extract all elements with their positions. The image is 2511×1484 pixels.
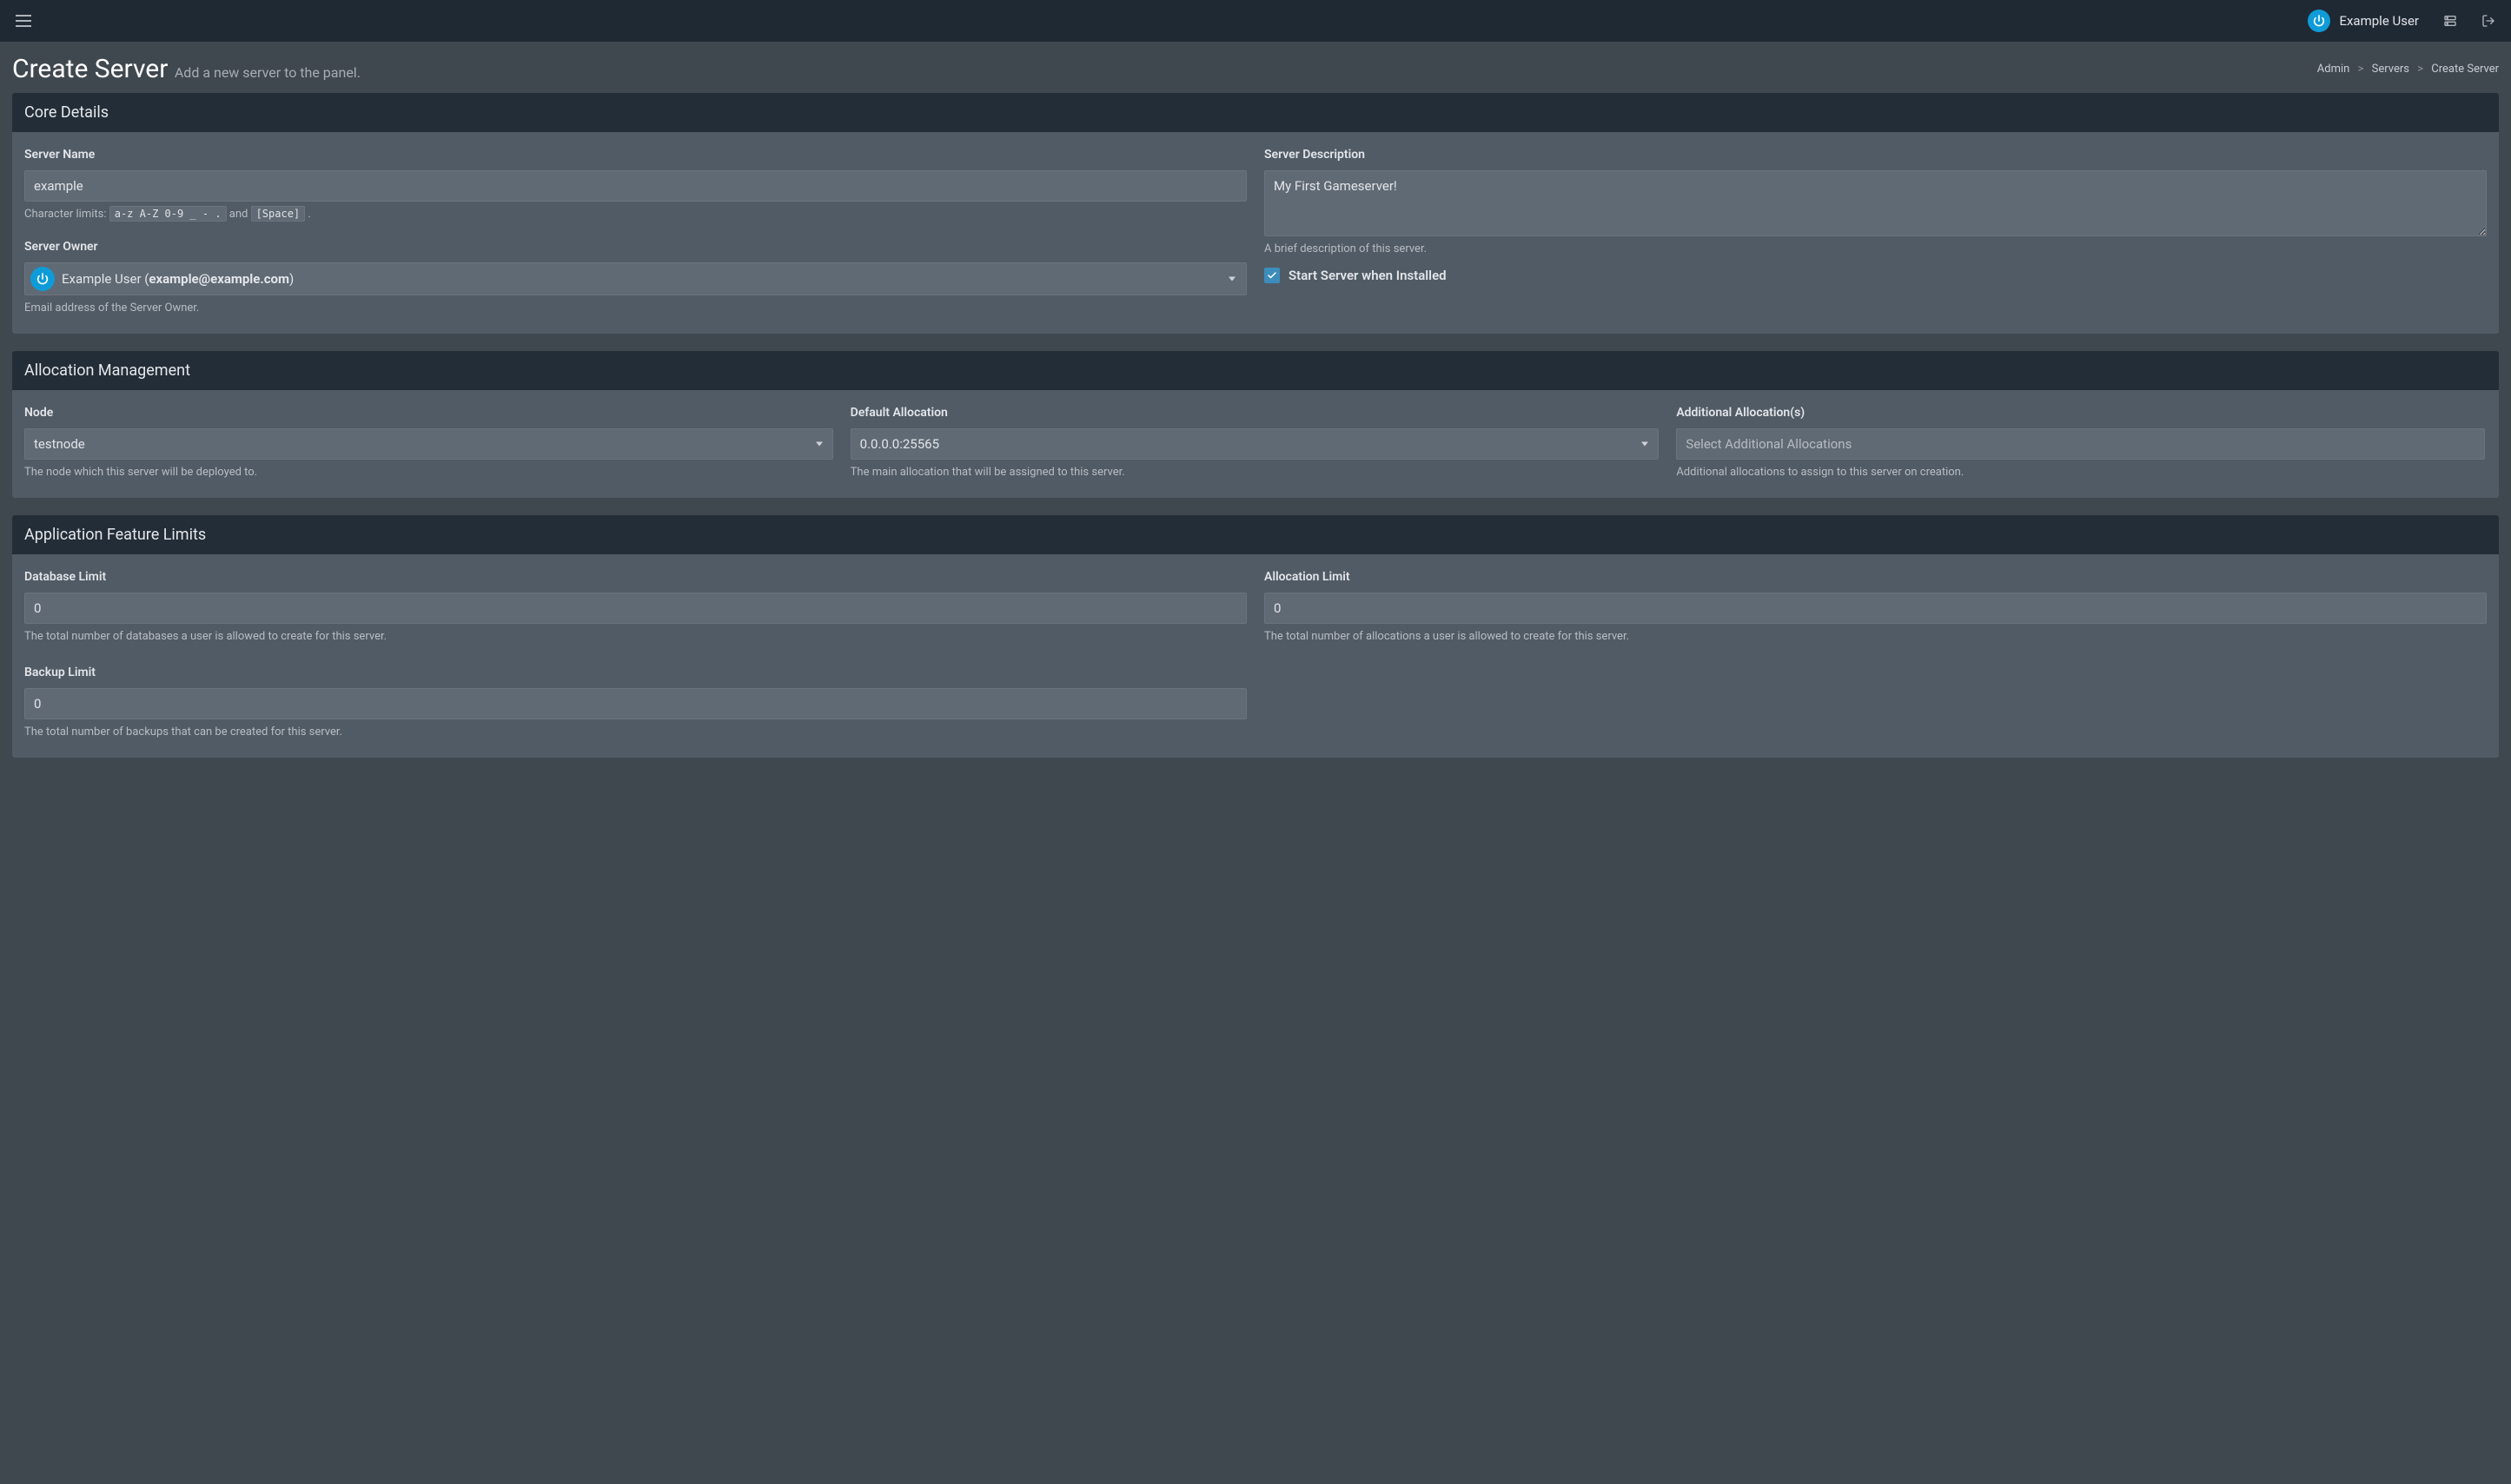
breadcrumb-servers[interactable]: Servers	[2372, 63, 2409, 76]
start-on-install-label: Start Server when Installed	[1289, 268, 1447, 283]
allocation-limit-help: The total number of allocations a user i…	[1264, 630, 2487, 643]
page-header: Create Server Add a new server to the pa…	[0, 42, 2511, 93]
menu-toggle-icon[interactable]	[16, 15, 31, 27]
server-owner-value: Example User (example@example.com)	[62, 271, 294, 287]
logout-icon[interactable]	[2481, 14, 2495, 28]
server-list-icon[interactable]	[2443, 14, 2457, 28]
server-description-help: A brief description of this server.	[1264, 242, 2487, 255]
chevron-right-icon: >	[2417, 63, 2423, 76]
breadcrumb-admin[interactable]: Admin	[2317, 63, 2350, 76]
user-menu[interactable]: Example User	[2308, 10, 2419, 32]
backup-limit-label: Backup Limit	[24, 666, 1247, 679]
panel-allocation: Allocation Management Node testnode The …	[12, 351, 2499, 498]
node-help: The node which this server will be deplo…	[24, 466, 833, 479]
power-icon	[2308, 10, 2330, 32]
default-allocation-select[interactable]: 0.0.0.0:25565	[851, 428, 1660, 460]
panel-core-details: Core Details Server Name Character limit…	[12, 93, 2499, 334]
panel-title-core: Core Details	[12, 93, 2499, 132]
additional-allocation-help: Additional allocations to assign to this…	[1676, 466, 2485, 479]
server-description-input[interactable]: My First Gameserver!	[1264, 170, 2487, 236]
chevron-right-icon: >	[2358, 63, 2364, 76]
server-owner-help: Email address of the Server Owner.	[24, 301, 1247, 315]
database-limit-label: Database Limit	[24, 570, 1247, 584]
server-name-input[interactable]	[24, 170, 1247, 202]
server-description-label: Server Description	[1264, 148, 2487, 162]
node-select[interactable]: testnode	[24, 428, 833, 460]
server-name-help: Character limits: a-z A-Z 0-9 _ - . and …	[24, 208, 1247, 221]
start-on-install-checkbox[interactable]	[1264, 268, 1280, 283]
panel-title-allocation: Allocation Management	[12, 351, 2499, 390]
power-icon	[30, 267, 55, 291]
server-owner-select[interactable]: Example User (example@example.com)	[24, 262, 1247, 295]
backup-limit-help: The total number of backups that can be …	[24, 725, 1247, 739]
server-name-label: Server Name	[24, 148, 1247, 162]
server-owner-label: Server Owner	[24, 240, 1247, 254]
allocation-limit-label: Allocation Limit	[1264, 570, 2487, 584]
panel-title-limits: Application Feature Limits	[12, 515, 2499, 554]
additional-allocation-select[interactable]	[1676, 428, 2485, 460]
default-allocation-label: Default Allocation	[851, 406, 1660, 420]
allocation-limit-input[interactable]	[1264, 593, 2487, 624]
node-label: Node	[24, 406, 833, 420]
additional-allocation-label: Additional Allocation(s)	[1676, 406, 2485, 420]
default-allocation-help: The main allocation that will be assigne…	[851, 466, 1660, 479]
breadcrumb: Admin > Servers > Create Server	[2317, 63, 2499, 76]
topbar: Example User	[0, 0, 2511, 42]
database-limit-help: The total number of databases a user is …	[24, 630, 1247, 643]
page-title: Create Server	[12, 54, 168, 84]
breadcrumb-current: Create Server	[2431, 63, 2499, 76]
panel-feature-limits: Application Feature Limits Database Limi…	[12, 515, 2499, 758]
username: Example User	[2339, 13, 2419, 29]
backup-limit-input[interactable]	[24, 688, 1247, 719]
database-limit-input[interactable]	[24, 593, 1247, 624]
page-subtitle: Add a new server to the panel.	[175, 64, 361, 81]
